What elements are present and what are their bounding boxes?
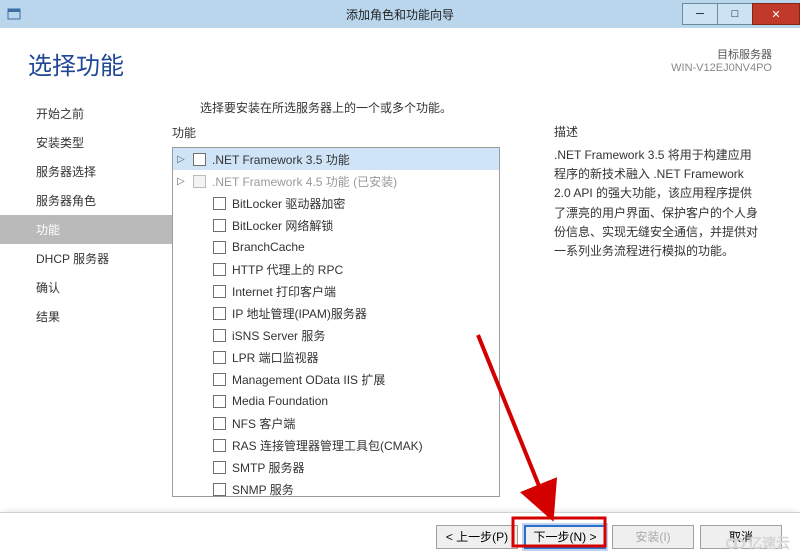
feature-label: iSNS Server 服务: [232, 327, 325, 344]
feature-row[interactable]: ▷ .NET Framework 3.5 功能: [173, 148, 499, 170]
feature-label: Internet 打印客户端: [232, 283, 336, 300]
titlebar: 添加角色和功能向导 ─ □ ✕: [0, 0, 800, 28]
description-text: .NET Framework 3.5 将用于构建应用程序的新技术融入 .NET …: [554, 146, 760, 261]
feature-checkbox[interactable]: [213, 285, 226, 298]
intro-text: 选择要安装在所选服务器上的一个或多个功能。: [200, 99, 530, 116]
feature-label: LPR 端口监视器: [232, 349, 319, 366]
page-title: 选择功能: [28, 46, 671, 81]
maximize-button[interactable]: □: [717, 3, 753, 25]
feature-label: .NET Framework 4.5 功能 (已安装): [212, 173, 397, 190]
install-button: 安装(I): [612, 525, 694, 549]
feature-row: ▷ .NET Framework 4.5 功能 (已安装): [173, 170, 499, 192]
feature-row[interactable]: NFS 客户端: [173, 412, 499, 434]
wizard-footer: < 上一步(P) 下一步(N) > 安装(I) 取消: [0, 512, 800, 560]
expander-icon[interactable]: ▷: [177, 154, 187, 165]
feature-row[interactable]: BranchCache: [173, 236, 499, 258]
feature-checkbox[interactable]: [213, 417, 226, 430]
features-listbox[interactable]: ▷ .NET Framework 3.5 功能 ▷ .NET Framework 4.…: [172, 147, 500, 497]
feature-label: NFS 客户端: [232, 415, 295, 432]
sidebar-item-6[interactable]: 确认: [0, 273, 172, 302]
feature-checkbox[interactable]: [213, 461, 226, 474]
feature-label: RAS 连接管理器管理工具包(CMAK): [232, 437, 423, 454]
feature-label: BranchCache: [232, 240, 305, 254]
feature-row[interactable]: RAS 连接管理器管理工具包(CMAK): [173, 434, 499, 456]
sidebar-item-7[interactable]: 结果: [0, 302, 172, 331]
expander-icon[interactable]: ▷: [177, 176, 187, 187]
target-server-info: 目标服务器 WIN-V12EJ0NV4PO: [671, 46, 772, 81]
feature-row[interactable]: Management OData IIS 扩展: [173, 368, 499, 390]
watermark: 亿速云: [726, 533, 790, 553]
features-label: 功能: [172, 124, 530, 141]
previous-button[interactable]: < 上一步(P): [436, 525, 518, 549]
target-label: 目标服务器: [671, 46, 772, 62]
feature-row[interactable]: LPR 端口监视器: [173, 346, 499, 368]
feature-label: Management OData IIS 扩展: [232, 371, 385, 388]
sidebar-item-1[interactable]: 安装类型: [0, 128, 172, 157]
feature-row[interactable]: Internet 打印客户端: [173, 280, 499, 302]
feature-checkbox[interactable]: [213, 483, 226, 496]
feature-checkbox[interactable]: [213, 219, 226, 232]
feature-label: .NET Framework 3.5 功能: [212, 151, 350, 168]
feature-row[interactable]: HTTP 代理上的 RPC: [173, 258, 499, 280]
description-label: 描述: [554, 123, 760, 140]
feature-checkbox: [193, 175, 206, 188]
feature-checkbox[interactable]: [213, 197, 226, 210]
feature-row[interactable]: IP 地址管理(IPAM)服务器: [173, 302, 499, 324]
feature-checkbox[interactable]: [213, 373, 226, 386]
next-button[interactable]: 下一步(N) >: [524, 525, 606, 549]
feature-checkbox[interactable]: [213, 351, 226, 364]
feature-label: SNMP 服务: [232, 481, 294, 497]
minimize-button[interactable]: ─: [682, 3, 718, 25]
window-title: 添加角色和功能向导: [0, 6, 800, 23]
feature-checkbox[interactable]: [213, 329, 226, 342]
wizard-sidebar: 开始之前安装类型服务器选择服务器角色功能DHCP 服务器确认结果: [0, 89, 172, 497]
sidebar-item-5[interactable]: DHCP 服务器: [0, 244, 172, 273]
close-button[interactable]: ✕: [752, 3, 800, 25]
window-controls: ─ □ ✕: [683, 3, 800, 25]
feature-checkbox[interactable]: [213, 395, 226, 408]
feature-row[interactable]: BitLocker 驱动器加密: [173, 192, 499, 214]
feature-label: BitLocker 网络解锁: [232, 217, 333, 234]
sidebar-item-2[interactable]: 服务器选择: [0, 157, 172, 186]
feature-label: SMTP 服务器: [232, 459, 304, 476]
feature-row[interactable]: SMTP 服务器: [173, 456, 499, 478]
feature-label: Media Foundation: [232, 394, 328, 408]
feature-checkbox[interactable]: [213, 241, 226, 254]
feature-row[interactable]: SNMP 服务: [173, 478, 499, 496]
feature-checkbox[interactable]: [193, 153, 206, 166]
sidebar-item-4[interactable]: 功能: [0, 215, 172, 244]
sidebar-item-0[interactable]: 开始之前: [0, 99, 172, 128]
feature-checkbox[interactable]: [213, 307, 226, 320]
feature-row[interactable]: BitLocker 网络解锁: [173, 214, 499, 236]
feature-label: IP 地址管理(IPAM)服务器: [232, 305, 367, 322]
feature-checkbox[interactable]: [213, 439, 226, 452]
sidebar-item-3[interactable]: 服务器角色: [0, 186, 172, 215]
feature-checkbox[interactable]: [213, 263, 226, 276]
feature-label: HTTP 代理上的 RPC: [232, 261, 343, 278]
feature-row[interactable]: Media Foundation: [173, 390, 499, 412]
feature-row[interactable]: iSNS Server 服务: [173, 324, 499, 346]
target-server-name: WIN-V12EJ0NV4PO: [671, 62, 772, 74]
feature-label: BitLocker 驱动器加密: [232, 195, 345, 212]
